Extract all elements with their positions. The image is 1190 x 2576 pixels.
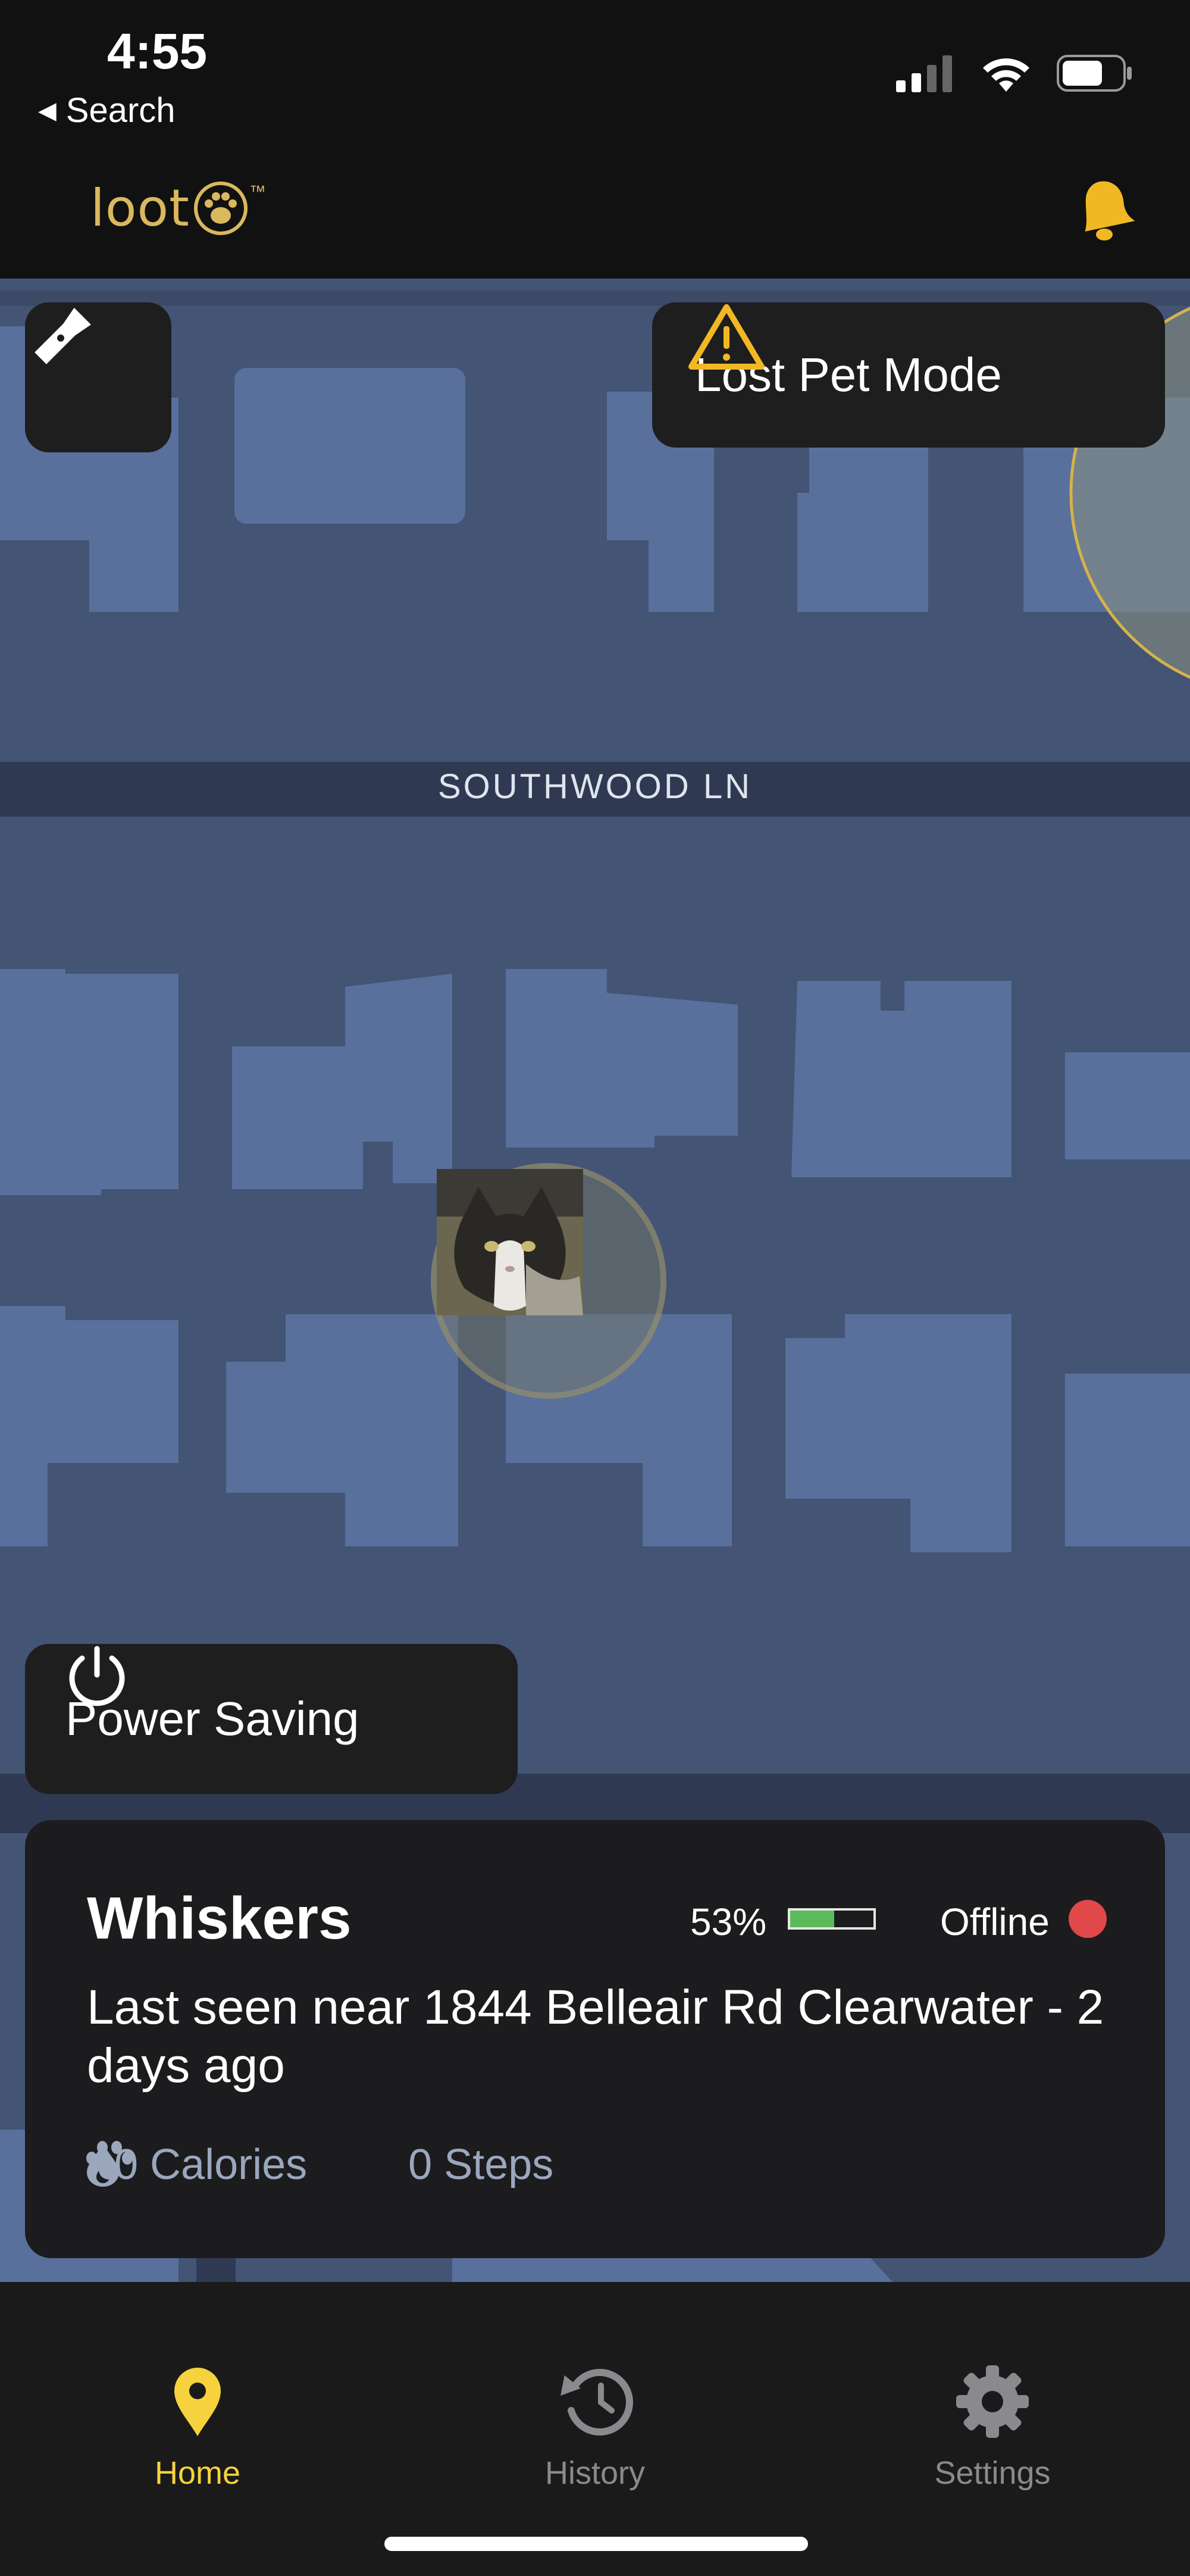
- logo-text: loot: [90, 179, 190, 238]
- nav-tab-home[interactable]: Home: [73, 2357, 322, 2491]
- street-label: SOUTHWOOD LN: [437, 767, 753, 806]
- bottom-nav: Home History Settings: [0, 2282, 1190, 2576]
- battery-status-icon: [1057, 55, 1132, 92]
- home-indicator: [384, 2537, 808, 2551]
- pet-name: Whiskers: [87, 1885, 352, 1952]
- pet-location-marker[interactable]: [431, 1163, 666, 1399]
- cellular-signal-icon: [896, 55, 952, 92]
- clock: 4:55: [107, 23, 208, 79]
- loot-logo: loot ™: [90, 179, 266, 238]
- last-seen-text: Last seen near 1844 Belleair Rd Clearwat…: [87, 1980, 1104, 2093]
- nav-label-history: History: [544, 2455, 645, 2491]
- cat-avatar-image: [437, 1169, 583, 1315]
- activity-stats: 0 Calories 0 Steps: [84, 2140, 625, 2189]
- offline-status-dot: [1069, 1900, 1107, 1938]
- status-icons: [896, 54, 1133, 93]
- notifications-button[interactable]: [1070, 173, 1135, 247]
- back-label: Search: [65, 91, 176, 130]
- paw-logo-icon: [193, 182, 248, 235]
- app-header: loot ™: [0, 143, 1190, 280]
- nav-tab-history[interactable]: History: [470, 2357, 720, 2491]
- history-icon: [560, 2369, 633, 2436]
- nav-label-settings: Settings: [934, 2455, 1051, 2491]
- warning-icon: [688, 304, 765, 370]
- nav-label-home: Home: [154, 2455, 241, 2491]
- tracker-battery-percent: 53%: [690, 1900, 767, 1943]
- wifi-icon: [983, 58, 1029, 92]
- logo-trademark: ™: [249, 182, 266, 201]
- gear-icon: [956, 2365, 1029, 2438]
- tracker-battery-bar: [788, 1908, 876, 1930]
- power-icon: [69, 1646, 125, 1706]
- map-view[interactable]: SOUTHWOOD LN Lost Pet Mode Power Saving …: [0, 279, 1190, 2282]
- steps-stat: 0 Steps: [86, 2140, 554, 2189]
- map-pin-icon: [174, 2368, 221, 2436]
- nav-tab-settings[interactable]: Settings: [868, 2357, 1117, 2491]
- power-saving-button[interactable]: Power Saving: [25, 1644, 518, 1794]
- flashlight-icon: [35, 308, 91, 364]
- tracker-battery-fill: [790, 1911, 835, 1927]
- pet-info-card[interactable]: Whiskers 53% Offline Last seen near 1844…: [25, 1820, 1165, 2258]
- connection-status: Offline: [940, 1900, 1050, 1943]
- calories-value: 0 Calories: [114, 2141, 308, 2189]
- pet-photo: [437, 1169, 622, 1354]
- back-arrow-icon: ◀: [38, 97, 57, 124]
- paw-icon: [86, 2141, 133, 2180]
- status-bar: 4:55 ◀ Search: [0, 0, 1190, 143]
- lost-pet-mode-button[interactable]: Lost Pet Mode: [652, 302, 1165, 448]
- flashlight-button[interactable]: [25, 302, 171, 452]
- steps-value: 0 Steps: [408, 2141, 554, 2189]
- bell-icon: [1085, 181, 1135, 240]
- back-to-search-link[interactable]: ◀ Search: [38, 90, 176, 130]
